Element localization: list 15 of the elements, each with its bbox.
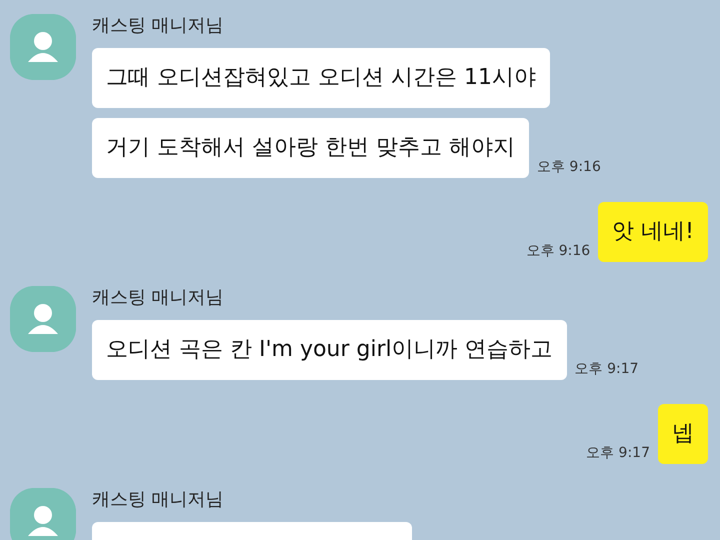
message-time: 오후 9:16 (526, 242, 590, 260)
message-bubble: 거기 도착해서 설아랑 한번 맞추고 해야지 (92, 118, 529, 178)
profile-avatar-icon[interactable] (10, 286, 76, 352)
message-time: 오후 9:17 (586, 444, 650, 462)
sender-name: 캐스팅 매니저님 (92, 488, 224, 512)
message-bubble: 앗 네네! (598, 202, 708, 262)
message-bubble: 오디션 곡은 칸 I'm your girl이니까 연습하고 (92, 320, 567, 380)
sender-name: 캐스팅 매니저님 (92, 286, 224, 310)
message-time: 오후 9:17 (574, 360, 639, 378)
profile-avatar-icon[interactable] (10, 14, 76, 80)
message-bubble: 넵 (658, 404, 708, 464)
message-time: 오후 9:16 (536, 158, 601, 176)
message-bubble: 그때 오디션잡혀있고 오디션 시간은 11시야 (92, 48, 550, 108)
sender-name: 캐스팅 매니저님 (92, 14, 224, 38)
profile-avatar-icon[interactable] (10, 488, 76, 540)
